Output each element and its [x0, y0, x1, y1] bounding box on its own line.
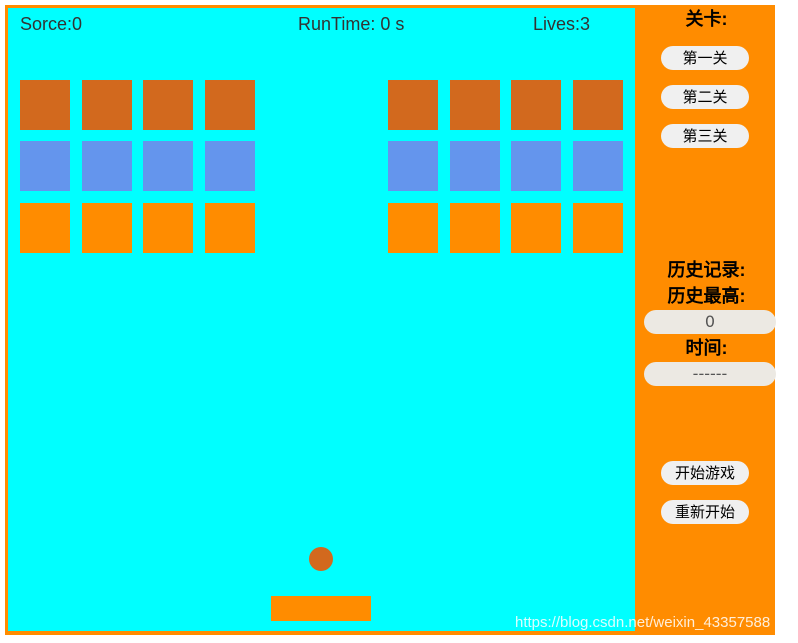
- brick: [20, 203, 70, 253]
- best-score-value: 0: [644, 310, 776, 334]
- brick: [388, 80, 438, 130]
- brick: [511, 203, 561, 253]
- brick: [20, 141, 70, 191]
- best-time-value: ------: [644, 362, 776, 386]
- brick: [573, 141, 623, 191]
- best-score-title: 历史最高:: [667, 286, 746, 306]
- brick: [450, 141, 500, 191]
- brick: [205, 141, 255, 191]
- brick: [82, 141, 132, 191]
- brick: [450, 203, 500, 253]
- restart-game-button[interactable]: 重新开始: [661, 500, 749, 524]
- brick: [82, 80, 132, 130]
- start-game-button[interactable]: 开始游戏: [661, 461, 749, 485]
- score-display: Sorce:0: [20, 14, 83, 34]
- brick: [388, 141, 438, 191]
- game-app: Sorce:0 RunTime: 0 s Lives:3 关卡: 第一关 第二关…: [5, 5, 776, 635]
- brick: [205, 203, 255, 253]
- brick: [511, 80, 561, 130]
- runtime-display: RunTime: 0 s: [298, 14, 405, 34]
- brick: [573, 80, 623, 130]
- paddle[interactable]: [271, 596, 371, 621]
- brick: [450, 80, 500, 130]
- brick: [20, 80, 70, 130]
- levels-title: 关卡:: [685, 9, 728, 29]
- ball: [309, 547, 333, 571]
- brick: [511, 141, 561, 191]
- brick: [573, 203, 623, 253]
- watermark-text: https://blog.csdn.net/weixin_43357588: [515, 614, 771, 631]
- brick: [388, 203, 438, 253]
- brick: [82, 203, 132, 253]
- brick: [143, 80, 193, 130]
- best-time-title: 时间:: [685, 338, 728, 358]
- brick: [205, 80, 255, 130]
- lives-display: Lives:3: [533, 14, 591, 34]
- level-3-button[interactable]: 第三关: [661, 124, 749, 148]
- level-1-button[interactable]: 第一关: [661, 46, 749, 70]
- level-2-button[interactable]: 第二关: [661, 85, 749, 109]
- game-playfield[interactable]: Sorce:0 RunTime: 0 s Lives:3: [8, 8, 635, 631]
- brick: [143, 141, 193, 191]
- history-title: 历史记录:: [667, 260, 746, 280]
- brick: [143, 203, 193, 253]
- sidebar: 关卡: 第一关 第二关 第三关 历史记录: 历史最高: 0 时间: ------…: [638, 5, 776, 635]
